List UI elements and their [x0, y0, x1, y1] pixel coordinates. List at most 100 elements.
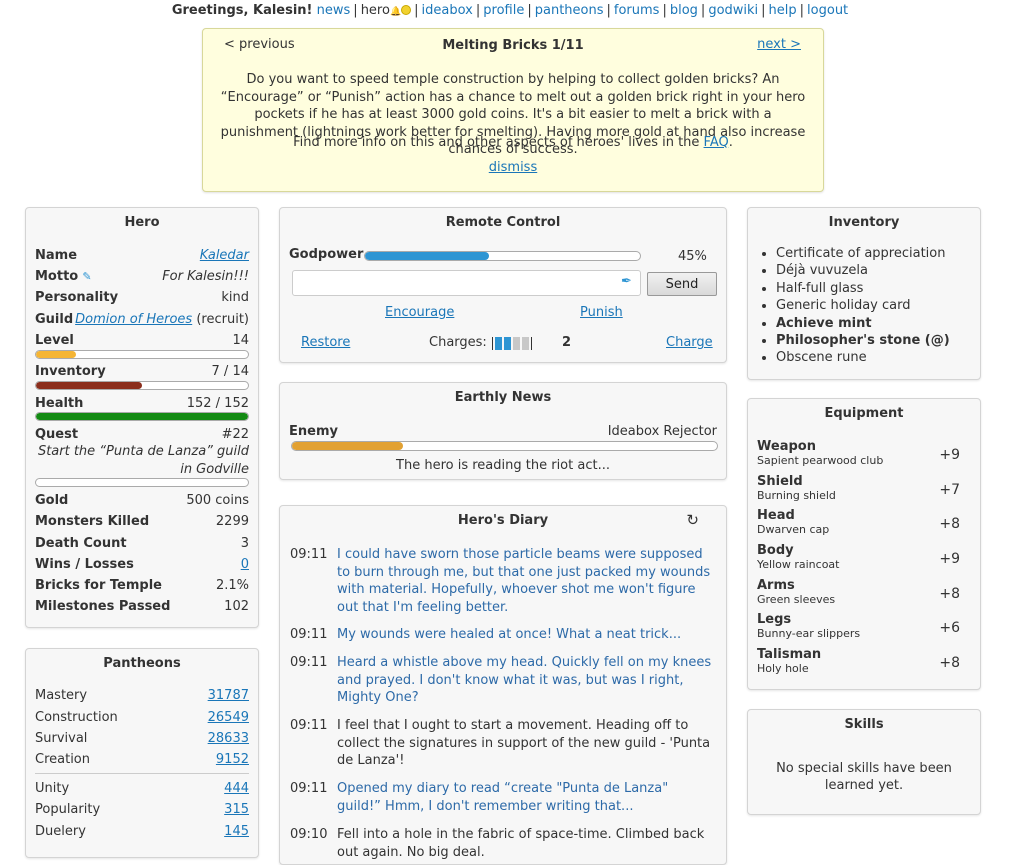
- pantheon-rank-link[interactable]: 26549: [208, 710, 249, 726]
- hero-quest-row: Quest #22: [35, 427, 249, 442]
- charge-link[interactable]: Charge: [666, 335, 713, 350]
- notice-next-link[interactable]: next >: [757, 37, 801, 52]
- diary-entry: 09:11 Opened my diary to read “create "Pu…: [290, 781, 669, 814]
- pantheon-row: Construction 26549: [35, 710, 249, 726]
- nav-profile-link[interactable]: profile: [483, 3, 524, 18]
- inventory-item: Obscene rune: [776, 349, 950, 366]
- diary-panel: Hero's Diary ↻ 09:11 I could have sworn t…: [279, 505, 727, 865]
- equipment-panel: Equipment Weapon Sapient pearwood club +9 …: [747, 398, 981, 690]
- hero-gold-row: Gold 500 coins: [35, 493, 249, 508]
- nav-hero-link[interactable]: hero: [361, 3, 390, 18]
- dismiss-link[interactable]: dismiss: [489, 160, 537, 175]
- pantheon-row: Duelery 145: [35, 824, 249, 840]
- hero-name-link[interactable]: Kaledar: [200, 248, 249, 264]
- enemy-label: Enemy: [289, 424, 338, 439]
- equipment-row: Arms Green sleeves +8: [757, 578, 960, 607]
- pantheon-row: Unity 444: [35, 781, 249, 797]
- pantheon-rank-link[interactable]: 315: [224, 802, 249, 818]
- charge-marker: [492, 336, 493, 350]
- notice-panel: < previous Melting Bricks 1/11 next > Do…: [202, 28, 824, 192]
- equipment-row: Head Dwarven cap +8: [757, 508, 960, 537]
- quest-progress-bar: [35, 478, 249, 487]
- bell-icon[interactable]: 🔔: [390, 4, 401, 20]
- diary-entry: 09:11 I could have sworn those particle b…: [290, 547, 711, 615]
- inventory-item: Certificate of appreciation: [776, 245, 950, 262]
- pantheon-rank-link[interactable]: 145: [224, 824, 249, 840]
- diary-entry: 09:11 My wounds were healed at once! What…: [290, 627, 682, 642]
- coin-icon[interactable]: [401, 5, 412, 15]
- nav-news-link[interactable]: news: [317, 3, 351, 18]
- nav-logout-link[interactable]: logout: [807, 3, 848, 18]
- feather-icon[interactable]: ✒: [621, 274, 632, 289]
- hero-monsters-row: Monsters Killed 2299: [35, 514, 249, 529]
- pantheon-row: Popularity 315: [35, 802, 249, 818]
- pantheon-rank-link[interactable]: 31787: [208, 688, 249, 704]
- inventory-item: Generic holiday card: [776, 297, 950, 314]
- pantheon-rank-link[interactable]: 444: [224, 781, 249, 797]
- skills-panel: Skills No special skills have been learn…: [747, 709, 981, 815]
- news-title: Earthly News: [454, 390, 552, 405]
- equipment-row: Legs Bunny-ear slippers +6: [757, 612, 960, 641]
- skills-title: Skills: [844, 717, 884, 732]
- quest-text: Start the “Punta de Lanza” guild: [37, 444, 249, 459]
- equipment-row: Weapon Sapient pearwood club +9: [757, 439, 960, 468]
- charges-count: 2: [562, 335, 572, 350]
- top-navigation: Greetings, Kalesin! news | hero🔔 | ideabox | p…: [171, 3, 849, 20]
- faq-link[interactable]: FAQ: [704, 135, 729, 150]
- hero-death-row: Death Count 3: [35, 536, 249, 551]
- godvoice-input[interactable]: [292, 270, 641, 296]
- nav-godwiki-link[interactable]: godwiki: [708, 3, 758, 18]
- charge-marker: [531, 336, 532, 350]
- inventory-item: Déjà vuvuzela: [776, 262, 950, 279]
- diary-entry: 09:10 Fell into a hole in the fabric of s…: [290, 827, 705, 860]
- inventory-item: Half-full glass: [776, 280, 950, 297]
- level-progress-bar: [35, 350, 249, 359]
- wins-link[interactable]: 0: [241, 557, 249, 573]
- news-text: The hero is reading the riot act...: [396, 458, 610, 473]
- pantheon-rank-link[interactable]: 9152: [216, 752, 249, 768]
- charge-slot: [504, 336, 511, 350]
- nav-pantheons-link[interactable]: pantheons: [535, 3, 604, 18]
- pantheon-row: Survival 28633: [35, 731, 249, 747]
- remote-control-panel: Remote Control Godpower 45% ✒ Send Encou…: [279, 207, 727, 363]
- equipment-row: Shield Burning shield +7: [757, 474, 960, 503]
- hero-inventory-row: Inventory 7 / 14: [35, 364, 249, 379]
- nav-help-link[interactable]: help: [769, 3, 797, 18]
- send-button[interactable]: Send: [647, 272, 717, 296]
- pantheon-row: Mastery 31787: [35, 688, 249, 704]
- notice-more-info: Find more info on this and other aspects…: [293, 135, 733, 150]
- enemy-health-bar: [291, 441, 718, 451]
- nav-ideabox-link[interactable]: ideabox: [422, 3, 473, 18]
- skills-text: No special skills have been learned yet.: [776, 761, 952, 793]
- godpower-label: Godpower: [289, 247, 364, 262]
- restore-link[interactable]: Restore: [301, 335, 350, 350]
- equipment-row: Talisman Holy hole +8: [757, 647, 960, 676]
- hero-milestones-row: Milestones Passed 102: [35, 599, 249, 614]
- inventory-panel: Inventory Certificate of appreciation Dé…: [747, 207, 981, 380]
- hero-wins-row: Wins / Losses 0: [35, 557, 249, 573]
- inventory-item-activatable[interactable]: Philosopher's stone (@): [776, 332, 950, 349]
- notice-title: Melting Bricks 1/11: [442, 38, 584, 53]
- edit-motto-icon[interactable]: ✎: [82, 270, 91, 283]
- charge-slot: [513, 336, 520, 350]
- guild-link[interactable]: Domion of Heroes: [75, 312, 192, 327]
- refresh-icon[interactable]: ↻: [686, 511, 699, 529]
- hero-guild-row: Guild Domion of Heroes (recruit): [35, 312, 249, 327]
- godpower-percent: 45%: [678, 249, 707, 264]
- inventory-list: Certificate of appreciation Déjà vuvuzel…: [758, 245, 950, 367]
- charges-label: Charges:: [429, 335, 487, 350]
- punish-link[interactable]: Punish: [580, 305, 623, 320]
- hero-motto-row: Motto ✎ For Kalesin!!!: [35, 269, 249, 284]
- hero-motto: For Kalesin!!!: [162, 269, 249, 284]
- hero-panel: Hero Name Kaledar Motto ✎ For Kalesin!!!…: [25, 207, 259, 628]
- nav-forums-link[interactable]: forums: [614, 3, 660, 18]
- inventory-progress-bar: [35, 381, 249, 390]
- inventory-item-activatable[interactable]: Achieve mint: [776, 315, 950, 332]
- diary-title: Hero's Diary: [457, 513, 549, 528]
- encourage-link[interactable]: Encourage: [385, 305, 454, 320]
- hero-title: Hero: [124, 215, 160, 230]
- inventory-title: Inventory: [828, 215, 900, 230]
- equipment-row: Body Yellow raincoat +9: [757, 543, 960, 572]
- nav-blog-link[interactable]: blog: [670, 3, 698, 18]
- pantheon-rank-link[interactable]: 28633: [208, 731, 249, 747]
